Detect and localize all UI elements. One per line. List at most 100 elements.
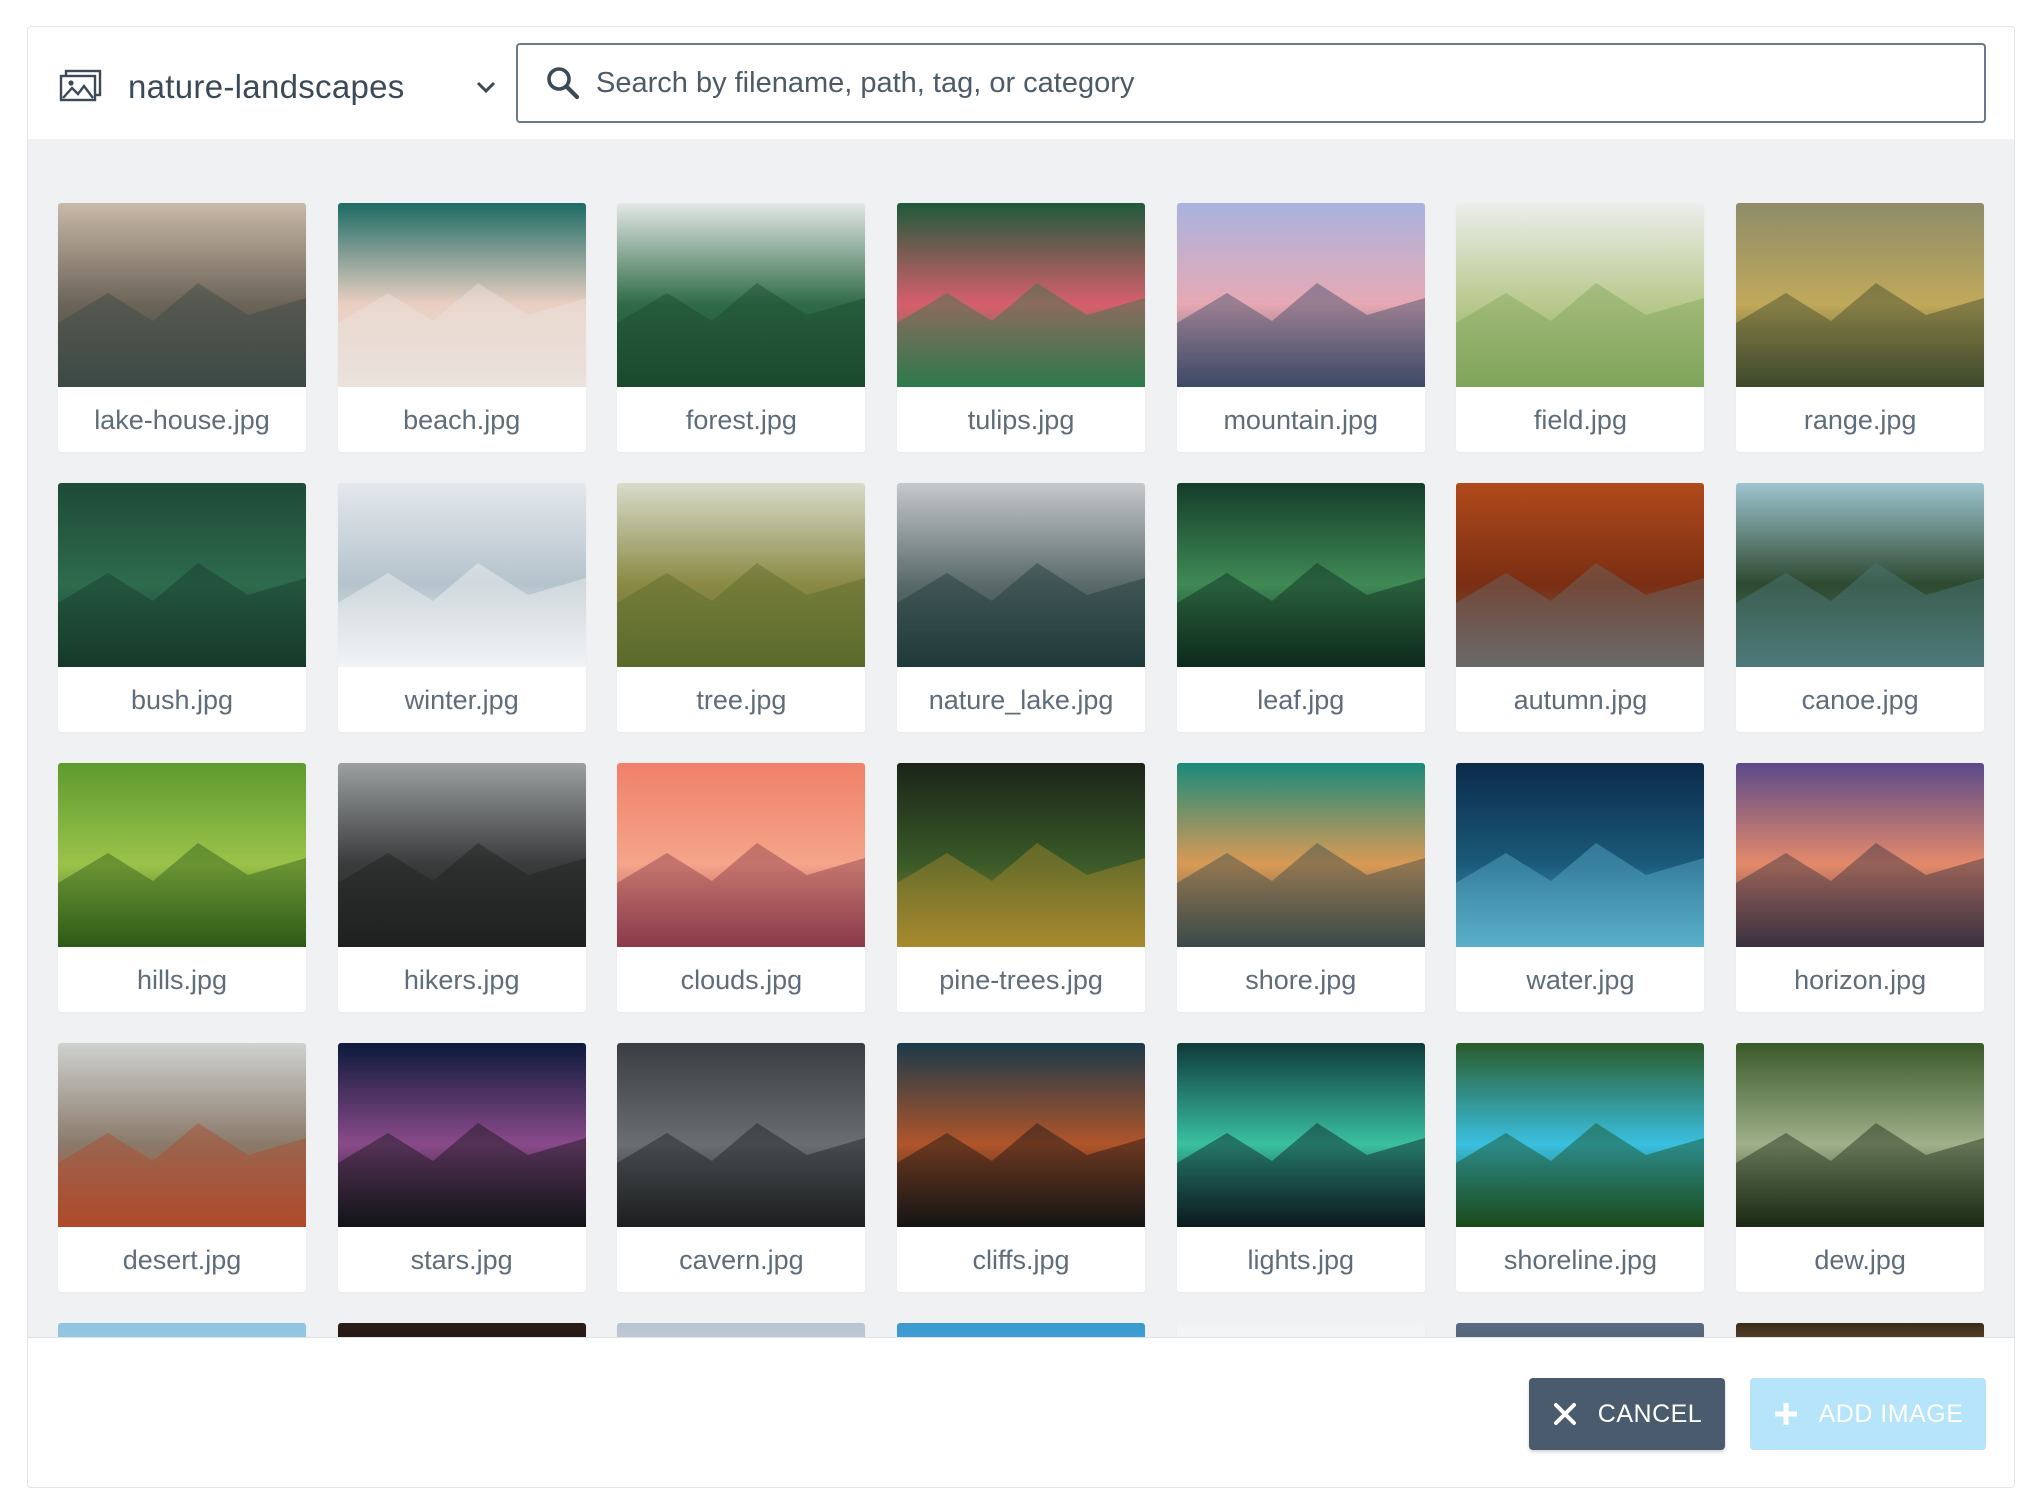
image-card[interactable]: desert.jpg [58, 1043, 306, 1292]
image-filename: water.jpg [1526, 965, 1635, 995]
image-thumbnail [1736, 483, 1985, 667]
image-filename: hikers.jpg [403, 965, 520, 995]
image-card[interactable]: range.jpg [1736, 203, 1985, 452]
cancel-button[interactable]: CANCEL [1529, 1378, 1725, 1450]
chevron-down-icon[interactable] [475, 80, 497, 94]
image-thumbnail [1736, 1043, 1985, 1227]
dialog-footer: CANCEL ADD IMAGE [28, 1337, 2014, 1487]
close-icon [1553, 1403, 1576, 1425]
image-card[interactable]: lights.jpg [1176, 1043, 1425, 1292]
image-filename: winter.jpg [404, 685, 519, 715]
image-card[interactable]: tulips.jpg [897, 203, 1146, 452]
image-filename: desert.jpg [122, 1245, 242, 1275]
collection-selector[interactable]: nature-landscapes [58, 57, 503, 117]
image-filename: tree.jpg [696, 685, 787, 715]
image-thumbnail [897, 763, 1146, 947]
image-card[interactable]: nature_lake.jpg [897, 483, 1146, 732]
image-card[interactable]: lake-house.jpg [58, 203, 306, 452]
image-thumbnail [1176, 1043, 1425, 1227]
image-thumbnail [337, 483, 586, 667]
image-filename: bush.jpg [130, 685, 234, 715]
plus-icon [1774, 1403, 1797, 1425]
image-thumbnail [617, 763, 866, 947]
image-filename: forest.jpg [685, 405, 797, 435]
image-thumbnail [1176, 763, 1425, 947]
image-filename: dew.jpg [1814, 1245, 1906, 1275]
image-card[interactable]: cliffs.jpg [897, 1043, 1146, 1292]
image-grid: lake-house.jpg beach.jpg forest.jpg tulips.… [58, 203, 1985, 1363]
image-filename: canoe.jpg [1801, 685, 1919, 715]
image-card[interactable]: autumn.jpg [1456, 483, 1705, 732]
image-thumbnail [1456, 203, 1705, 387]
image-filename: shoreline.jpg [1503, 1245, 1657, 1275]
image-thumbnail [337, 763, 586, 947]
image-thumbnail [1176, 483, 1425, 667]
image-thumbnail [1456, 483, 1705, 667]
image-thumbnail [337, 203, 586, 387]
image-card[interactable]: pine-trees.jpg [897, 763, 1146, 1012]
add-image-label: ADD IMAGE [1818, 1399, 1964, 1428]
image-filename: clouds.jpg [680, 965, 803, 995]
image-thumbnail [897, 1043, 1146, 1227]
image-card[interactable]: forest.jpg [617, 203, 866, 452]
image-filename: pine-trees.jpg [939, 965, 1103, 995]
image-card[interactable]: water.jpg [1456, 763, 1705, 1012]
image-thumbnail [1456, 1043, 1705, 1227]
image-thumbnail [617, 203, 866, 387]
image-filename: field.jpg [1533, 405, 1627, 435]
image-card[interactable]: winter.jpg [337, 483, 586, 732]
image-thumbnail [58, 1043, 306, 1227]
image-card[interactable]: hikers.jpg [337, 763, 586, 1012]
image-filename: cavern.jpg [679, 1245, 804, 1275]
image-filename: hills.jpg [136, 965, 228, 995]
image-filename: autumn.jpg [1513, 685, 1648, 715]
image-card[interactable]: cavern.jpg [617, 1043, 866, 1292]
image-filename: leaf.jpg [1257, 685, 1345, 715]
image-card[interactable]: shore.jpg [1176, 763, 1425, 1012]
image-thumbnail [58, 203, 306, 387]
image-filename: mountain.jpg [1223, 405, 1379, 435]
image-card[interactable]: dew.jpg [1736, 1043, 1985, 1292]
cancel-label: CANCEL [1597, 1399, 1703, 1428]
image-filename: lake-house.jpg [94, 405, 270, 435]
image-thumbnail [897, 483, 1146, 667]
image-thumbnail [58, 763, 306, 947]
image-card[interactable]: leaf.jpg [1176, 483, 1425, 732]
image-card[interactable]: field.jpg [1456, 203, 1705, 452]
image-thumbnail [58, 483, 306, 667]
image-filename: stars.jpg [410, 1245, 513, 1275]
image-filename: shore.jpg [1245, 965, 1357, 995]
collection-name: nature-landscapes [128, 68, 405, 105]
image-thumbnail [1736, 763, 1985, 947]
image-card[interactable]: mountain.jpg [1176, 203, 1425, 452]
image-filename: tulips.jpg [967, 405, 1075, 435]
image-card[interactable]: canoe.jpg [1736, 483, 1985, 732]
image-card[interactable]: horizon.jpg [1736, 763, 1985, 1012]
image-thumbnail [337, 1043, 586, 1227]
image-card[interactable]: shoreline.jpg [1456, 1043, 1705, 1292]
image-filename: range.jpg [1803, 405, 1917, 435]
image-card[interactable]: stars.jpg [337, 1043, 586, 1292]
image-filename: horizon.jpg [1794, 965, 1927, 995]
image-thumbnail [1456, 763, 1705, 947]
image-thumbnail [897, 203, 1146, 387]
add-image-button[interactable]: ADD IMAGE [1750, 1378, 1986, 1450]
image-filename: lights.jpg [1247, 1245, 1355, 1275]
image-card[interactable]: clouds.jpg [617, 763, 866, 1012]
image-picker-dialog: nature-landscapes lake-house.jpg beach.jp… [27, 26, 2015, 1488]
image-grid-scroll-area[interactable]: lake-house.jpg beach.jpg forest.jpg tulips.… [28, 139, 2014, 1363]
dialog-header: nature-landscapes [28, 27, 2014, 139]
image-card[interactable]: tree.jpg [617, 483, 866, 732]
image-filename: beach.jpg [403, 405, 521, 435]
image-library-icon [59, 69, 102, 102]
image-filename: nature_lake.jpg [928, 685, 1114, 715]
search-icon [547, 67, 580, 100]
image-thumbnail [617, 483, 866, 667]
image-thumbnail [1736, 203, 1985, 387]
image-card[interactable]: beach.jpg [337, 203, 586, 452]
image-thumbnail [617, 1043, 866, 1227]
search-box[interactable] [516, 43, 1986, 123]
image-card[interactable]: hills.jpg [58, 763, 306, 1012]
search-input[interactable] [596, 45, 1984, 121]
image-card[interactable]: bush.jpg [58, 483, 306, 732]
